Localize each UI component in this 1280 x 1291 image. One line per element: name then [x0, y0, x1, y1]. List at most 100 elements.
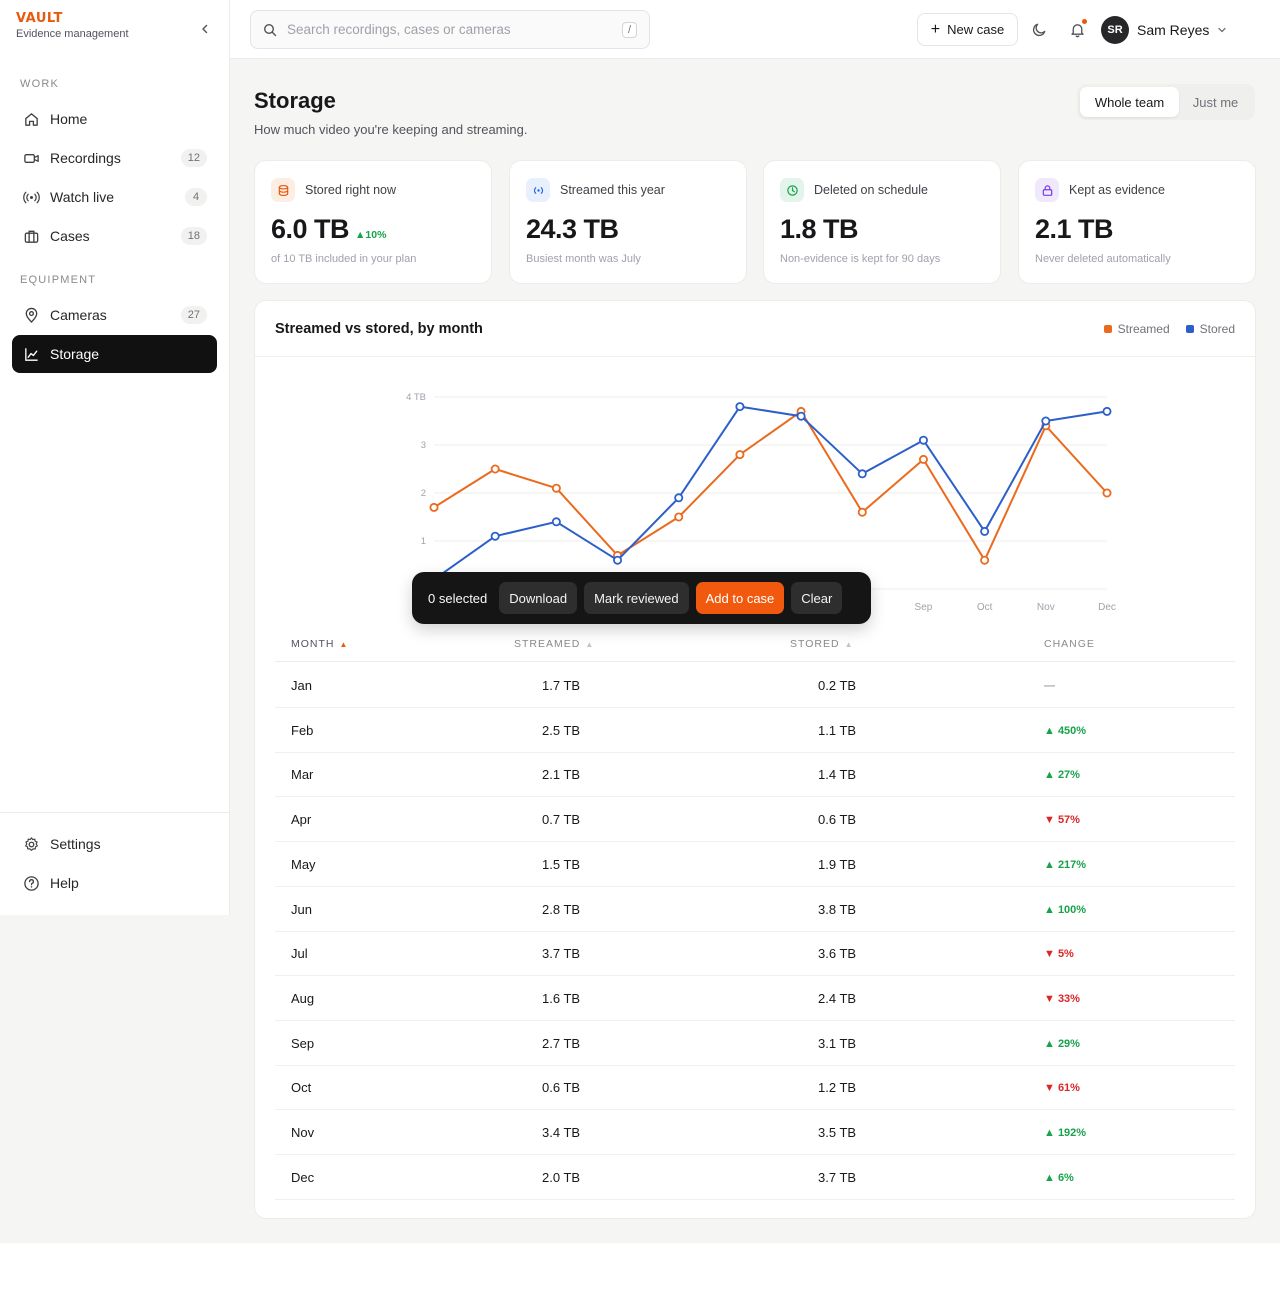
- stat-note: of 10 TB included in your plan: [271, 253, 417, 265]
- table-row[interactable]: Aug 1.6 TB 2.4 TB ▼ 33%: [275, 976, 1235, 1021]
- streamed-cell: 1.6 TB: [542, 990, 581, 1006]
- change-cell: ▼ 61%: [1044, 1082, 1080, 1095]
- chart-legend: Streamed Stored: [1088, 322, 1235, 336]
- data-point-stored: [674, 493, 684, 503]
- sidebar-item-home[interactable]: Home: [12, 100, 217, 138]
- data-point-stored: [613, 555, 623, 565]
- legend-item-stored[interactable]: Stored: [1185, 322, 1235, 336]
- table-row[interactable]: Oct 0.6 TB 1.2 TB ▼ 61%: [275, 1065, 1235, 1111]
- month-cell: Feb: [291, 722, 314, 738]
- scope-option-whole-team[interactable]: Whole team: [1080, 87, 1179, 117]
- clock-icon: [780, 178, 804, 202]
- stat-value: 1.8 TB: [780, 214, 859, 244]
- sidebar-item-watch-live[interactable]: Watch live 4: [12, 178, 217, 216]
- new-case-button[interactable]: + New case: [917, 13, 1018, 46]
- column-header-stored[interactable]: STORED ▲: [790, 638, 854, 650]
- stored-cell: 3.5 TB: [818, 1125, 857, 1140]
- sidebar-item-cameras[interactable]: Cameras 27: [12, 296, 217, 334]
- stat-card-deleted: Deleted on schedule 1.8 TB Non-evidence …: [763, 160, 1001, 284]
- table-row[interactable]: Mar 2.1 TB 1.4 TB ▲ 27%: [275, 752, 1235, 798]
- map-pin-icon: [22, 306, 40, 324]
- change-cell: ▲ 29%: [1044, 1037, 1080, 1050]
- user-menu[interactable]: SR Sam Reyes: [1101, 15, 1227, 45]
- table-row[interactable]: Apr 0.7 TB 0.6 TB ▼ 57%: [275, 797, 1235, 843]
- data-point-stored: [551, 517, 561, 527]
- table-row[interactable]: Feb 2.5 TB 1.1 TB ▲ 450%: [275, 708, 1235, 753]
- sidebar-item-recordings[interactable]: Recordings 12: [12, 139, 217, 177]
- new-case-label: New case: [947, 22, 1005, 37]
- streamed-cell: 3.7 TB: [542, 946, 581, 962]
- search-input[interactable]: [287, 22, 622, 37]
- sidebar-item-label: Cases: [50, 228, 90, 244]
- stored-cell: 1.9 TB: [818, 856, 857, 872]
- sort-icon: ▲: [585, 639, 595, 649]
- streamed-cell: 3.4 TB: [542, 1125, 581, 1140]
- collapse-sidebar-button[interactable]: [196, 20, 214, 38]
- stat-label: Stored right now: [305, 183, 397, 197]
- streamed-cell: 1.5 TB: [542, 856, 581, 872]
- brand[interactable]: VAULT Evidence management: [16, 12, 129, 41]
- streamed-cell: 1.7 TB: [542, 678, 581, 693]
- sidebar-item-storage[interactable]: Storage: [12, 335, 217, 373]
- change-cell: ▲ 217%: [1044, 858, 1087, 871]
- y-tick-label: 2: [421, 488, 426, 499]
- month-cell: Dec: [291, 1169, 315, 1185]
- stored-cell: 3.8 TB: [818, 901, 857, 917]
- notifications-button[interactable]: [1067, 19, 1087, 39]
- y-tick-label: 4 TB: [406, 392, 426, 403]
- column-header-streamed[interactable]: STREAMED ▲: [514, 638, 594, 650]
- moon-icon: [1032, 23, 1045, 36]
- streamed-cell: 2.8 TB: [542, 901, 581, 917]
- stat-label: Streamed this year: [560, 183, 665, 197]
- data-point-stored: [980, 526, 990, 536]
- change-cell: ▲ 100%: [1044, 903, 1087, 916]
- month-cell: Nov: [291, 1125, 315, 1140]
- data-point-stored: [1102, 406, 1112, 416]
- sidebar-item-cases[interactable]: Cases 18: [12, 217, 217, 255]
- download-button[interactable]: Download: [499, 582, 578, 614]
- streamed-cell: 0.7 TB: [542, 812, 581, 828]
- table-row[interactable]: Jan 1.7 TB 0.2 TB —: [275, 663, 1235, 708]
- x-tick-label: Nov: [1037, 602, 1055, 613]
- change-cell: ▼ 33%: [1044, 992, 1080, 1005]
- line-chart-icon: [22, 345, 40, 363]
- data-point-stored: [796, 411, 806, 421]
- sidebar-divider: [0, 812, 229, 813]
- streamed-cell: 0.6 TB: [542, 1080, 581, 1096]
- month-cell: Oct: [291, 1080, 312, 1096]
- change-cell: ▼ 57%: [1044, 814, 1080, 827]
- x-tick-label: Sep: [915, 602, 933, 613]
- change-cell: —: [1044, 680, 1055, 692]
- search-box[interactable]: /: [250, 10, 650, 49]
- legend-swatch: [1185, 325, 1194, 333]
- stored-cell: 1.4 TB: [818, 767, 857, 783]
- column-header-change: CHANGE: [1044, 638, 1095, 650]
- table-row[interactable]: Nov 3.4 TB 3.5 TB ▲ 192%: [275, 1110, 1235, 1155]
- count-badge: 12: [180, 149, 207, 167]
- table-row[interactable]: May 1.5 TB 1.9 TB ▲ 217%: [275, 842, 1235, 887]
- selection-action-bar: 0 selected Download Mark reviewed Add to…: [412, 572, 871, 624]
- scope-option-just-me[interactable]: Just me: [1179, 87, 1252, 117]
- add-to-case-button[interactable]: Add to case: [695, 582, 785, 614]
- table-row[interactable]: Jul 3.7 TB 3.6 TB ▼ 5%: [275, 931, 1235, 977]
- month-cell: Aug: [291, 990, 315, 1006]
- month-cell: Jul: [291, 946, 308, 962]
- sidebar-item-help[interactable]: Help: [12, 864, 217, 902]
- table-row[interactable]: Jun 2.8 TB 3.8 TB ▲ 100%: [275, 887, 1235, 932]
- legend-item-streamed[interactable]: Streamed: [1103, 322, 1170, 336]
- sidebar-item-label: Watch live: [50, 189, 115, 205]
- month-cell: May: [291, 856, 316, 872]
- theme-toggle-button[interactable]: [1029, 19, 1049, 39]
- table-row[interactable]: Dec 2.0 TB 3.7 TB ▲ 6%: [275, 1155, 1235, 1200]
- section-label-equipment: EQUIPMENT: [20, 274, 97, 286]
- sidebar-item-settings[interactable]: Settings: [12, 825, 217, 863]
- mark-reviewed-button[interactable]: Mark reviewed: [584, 582, 689, 614]
- selection-count: 0 selected: [428, 590, 488, 606]
- data-point-streamed: [1102, 488, 1112, 498]
- stored-cell: 0.6 TB: [818, 812, 857, 828]
- plus-icon: +: [930, 20, 941, 38]
- table-row[interactable]: Sep 2.7 TB 3.1 TB ▲ 29%: [275, 1021, 1235, 1066]
- page-subtitle: How much video you're keeping and stream…: [254, 122, 528, 137]
- column-header-month[interactable]: MONTH ▲: [291, 638, 348, 650]
- clear-selection-button[interactable]: Clear: [791, 582, 843, 614]
